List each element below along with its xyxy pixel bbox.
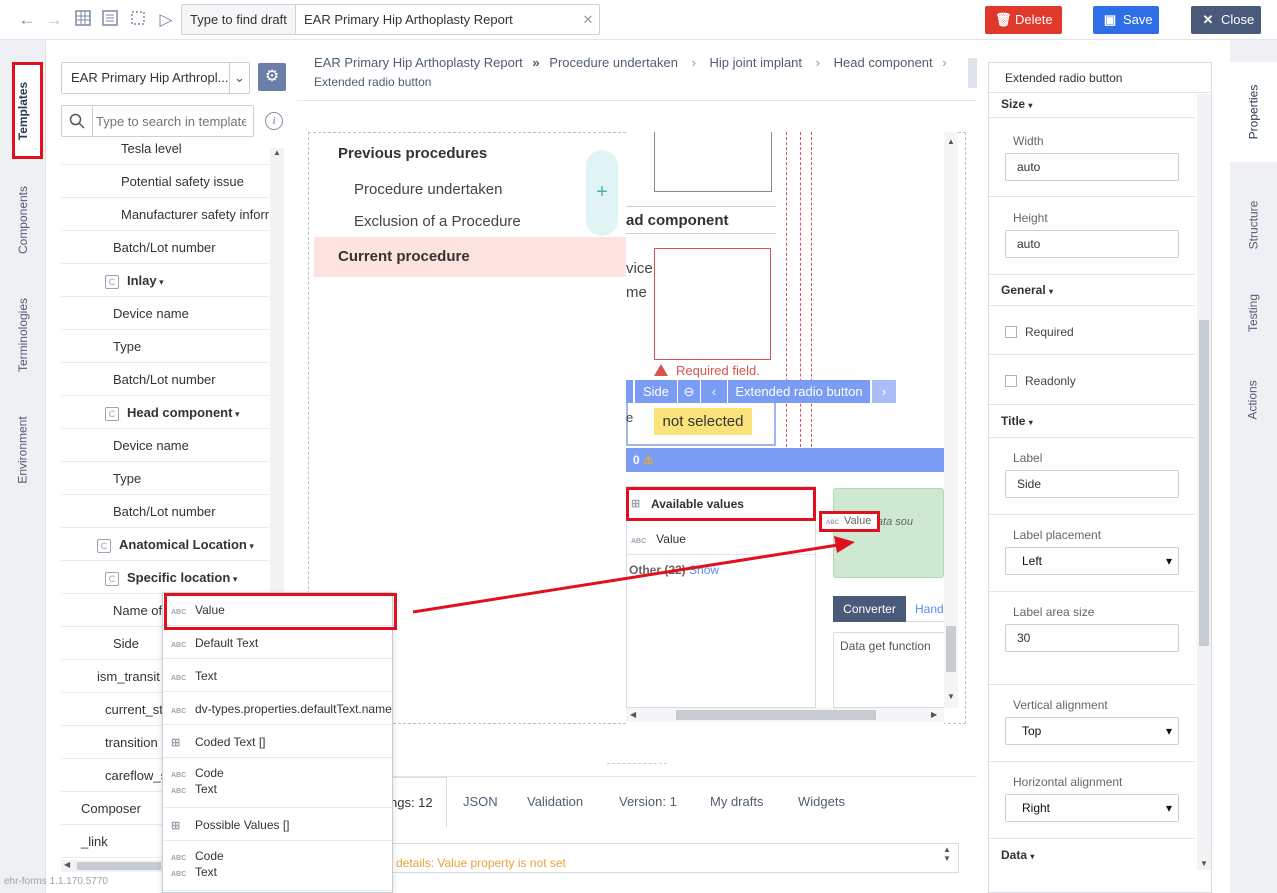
required-checkbox[interactable]: Required: [1005, 325, 1074, 339]
tab-properties[interactable]: Properties: [1230, 62, 1276, 162]
width-label: Width: [1013, 134, 1044, 148]
label-placement-select[interactable]: Left: [1005, 547, 1179, 575]
checkbox-icon: [1005, 326, 1017, 338]
tab-testing[interactable]: Testing: [1230, 278, 1276, 348]
label-label: Label: [1013, 451, 1043, 465]
label-area-size-label: Label area size: [1013, 605, 1095, 619]
height-input[interactable]: auto: [1005, 230, 1179, 258]
checkbox-icon: [1005, 375, 1017, 387]
label-placement-label: Label placement: [1013, 528, 1102, 542]
section-data[interactable]: Data ▾: [989, 848, 1195, 862]
tab-structure[interactable]: Structure: [1230, 180, 1276, 270]
label-input[interactable]: Side: [1005, 470, 1179, 498]
readonly-checkbox[interactable]: Readonly: [1005, 374, 1076, 388]
properties-scrollbar[interactable]: ▼: [1197, 94, 1211, 870]
label-area-size-input[interactable]: 30: [1005, 624, 1179, 652]
width-input[interactable]: auto: [1005, 153, 1179, 181]
tab-actions[interactable]: Actions: [1230, 360, 1276, 440]
vertical-alignment-label: Vertical alignment: [1013, 698, 1108, 712]
properties-panel: Extended radio button Size ▾ Width auto …: [988, 62, 1212, 893]
vertical-alignment-select[interactable]: Top: [1005, 717, 1179, 745]
properties-title: Extended radio button: [989, 63, 1211, 93]
horizontal-alignment-select[interactable]: Right: [1005, 794, 1179, 822]
section-title[interactable]: Title ▾: [989, 414, 1195, 428]
horizontal-alignment-label: Horizontal alignment: [1013, 775, 1123, 789]
section-general[interactable]: General ▾: [989, 283, 1195, 297]
height-label: Height: [1013, 211, 1048, 225]
right-tab-rail: Properties Structure Testing Actions: [1230, 40, 1277, 893]
section-size[interactable]: Size ▾: [989, 97, 1195, 111]
